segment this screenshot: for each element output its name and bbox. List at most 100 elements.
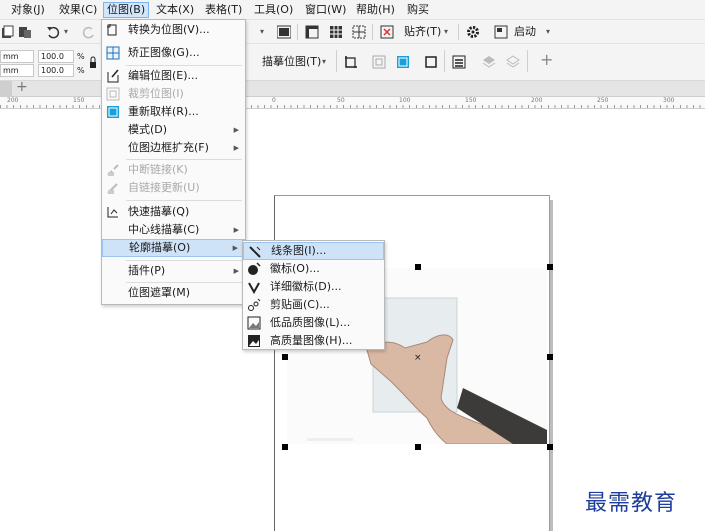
document-tab[interactable] [0, 81, 12, 96]
menu-item-convert-to-bitmap[interactable]: 转换为位图(V)... [102, 21, 245, 39]
menu-item-plugins[interactable]: 插件(P) ▶ [102, 262, 245, 280]
selection-handle[interactable] [282, 354, 288, 360]
menu-item-edit-bitmap[interactable]: 编辑位图(E)... [102, 67, 245, 85]
launch-dropdown-icon[interactable]: ▾ [546, 25, 550, 39]
snap-icon[interactable] [380, 25, 394, 39]
menu-item-label: 插件(P) [128, 264, 166, 277]
menu-item-update-from-link[interactable]: 自链接更新(U) [102, 179, 245, 197]
menu-effects[interactable]: 效果(C) [56, 2, 100, 18]
launch-label[interactable]: 启动 [514, 25, 536, 39]
submenu-item-detailed-logo[interactable]: 详细徽标(D)... [243, 278, 384, 296]
trace-dropdown-icon[interactable]: ▾ [322, 55, 326, 69]
resample-icon[interactable] [396, 55, 410, 69]
convert-bitmap-icon [107, 24, 117, 36]
layers-icon[interactable] [482, 55, 496, 69]
fullscreen-icon[interactable] [277, 25, 291, 39]
submenu-item-line-art[interactable]: 线条图(I)... [243, 242, 384, 260]
watermark-text: 最需教育 [585, 491, 678, 516]
rulers-icon[interactable] [305, 25, 319, 39]
menu-help[interactable]: 帮助(H) [353, 2, 398, 18]
center-mark-icon: × [414, 353, 422, 363]
scale-y-field[interactable]: 100.0 [38, 64, 74, 77]
undo-icon[interactable] [46, 25, 60, 39]
width-field[interactable]: mm [0, 50, 34, 63]
menu-item-bitmap-mask[interactable]: 位图遮罩(M) [102, 284, 245, 302]
submenu-item-label: 高质量图像(H)... [270, 334, 353, 347]
crop-bitmap-icon[interactable] [344, 55, 358, 69]
submenu-item-low-quality-image[interactable]: 低品质图像(L)... [243, 314, 384, 332]
submenu-item-label: 剪贴画(C)... [270, 298, 330, 311]
import-icon[interactable] [1, 25, 15, 39]
redo-icon[interactable] [82, 25, 96, 39]
menu-item-label: 快速描摹(Q) [128, 205, 190, 218]
ruler-tick-label: 200 [531, 97, 543, 104]
percent-label: % [77, 52, 85, 61]
zoom-dropdown-icon[interactable]: ▾ [260, 25, 264, 39]
menu-bitmaps[interactable]: 位图(B) [103, 2, 150, 18]
menu-item-break-link[interactable]: 中断链接(K) [102, 161, 245, 179]
scale-x-field[interactable]: 100.0 [38, 50, 74, 63]
menu-item-label: 位图边框扩充(F) [128, 141, 209, 154]
submenu-item-logo[interactable]: 徽标(O)... [243, 260, 384, 278]
menu-tools[interactable]: 工具(O) [251, 2, 296, 18]
selection-handle[interactable] [415, 444, 421, 450]
break-link-icon [107, 164, 119, 176]
menu-table[interactable]: 表格(T) [202, 2, 245, 18]
submenu-item-high-quality-image[interactable]: 高质量图像(H)... [243, 332, 384, 350]
menu-separator [126, 65, 242, 66]
menu-item-label: 中心线描摹(C) [128, 223, 200, 236]
height-field[interactable]: mm [0, 64, 34, 77]
gear-icon[interactable] [466, 25, 480, 39]
menu-separator [126, 159, 242, 160]
selection-handle[interactable] [547, 264, 553, 270]
submenu-item-label: 低品质图像(L)... [270, 316, 351, 329]
snap-dropdown-icon[interactable]: ▾ [444, 25, 448, 39]
submenu-item-label: 线条图(I)... [271, 244, 327, 257]
snap-to-label[interactable]: 贴齐(T) [404, 25, 441, 39]
selection-handle[interactable] [547, 444, 553, 450]
menu-text[interactable]: 文本(X) [153, 2, 197, 18]
submenu-item-clipart[interactable]: 剪贴画(C)... [243, 296, 384, 314]
trace-bitmap-button[interactable]: 描摹位图(T) [262, 55, 321, 69]
undo-dropdown-icon[interactable]: ▾ [64, 25, 68, 39]
layers-alt-icon[interactable] [506, 55, 520, 69]
ruler-tick-label: 50 [337, 97, 345, 104]
ruler-tick-label: 150 [465, 97, 477, 104]
menu-item-label: 重新取样(R)... [128, 105, 199, 118]
add-icon[interactable]: + [540, 52, 553, 68]
menu-item-inflate-bitmap[interactable]: 位图边框扩充(F) ▶ [102, 139, 245, 157]
bitmaps-menu: 转换为位图(V)... 矫正图像(G)... 编辑位图(E)... 裁剪位图(I… [101, 19, 246, 305]
selection-handle[interactable] [547, 354, 553, 360]
percent-label: % [77, 66, 85, 75]
launch-icon[interactable] [494, 25, 508, 39]
toolbar-separator [527, 50, 528, 72]
menu-item-resample[interactable]: 重新取样(R)... [102, 103, 245, 121]
edit-bitmap-icon[interactable] [372, 55, 386, 69]
new-document-tab-icon[interactable]: + [16, 80, 28, 94]
export-icon[interactable] [18, 25, 32, 39]
menu-item-quick-trace[interactable]: 快速描摹(Q) [102, 203, 245, 221]
menu-item-outline-trace[interactable]: 轮廓描摹(O) ▶ [102, 239, 245, 257]
menu-item-label: 自链接更新(U) [128, 181, 200, 194]
guidelines-icon[interactable] [352, 25, 366, 39]
submenu-arrow-icon: ▶ [233, 226, 239, 234]
selection-handle[interactable] [415, 264, 421, 270]
bitmap-border-icon[interactable] [424, 55, 438, 69]
menu-item-centerline-trace[interactable]: 中心线描摹(C) ▶ [102, 221, 245, 239]
submenu-arrow-icon: ▶ [233, 126, 239, 134]
menu-item-crop-bitmap[interactable]: 裁剪位图(I) [102, 85, 245, 103]
high-quality-image-icon [248, 335, 260, 347]
menu-buy[interactable]: 购买 [404, 2, 432, 18]
mask-icon[interactable] [452, 55, 466, 69]
grid-icon[interactable] [329, 25, 343, 39]
selection-handle[interactable] [282, 444, 288, 450]
clipart-icon [248, 298, 261, 311]
toolbar-separator [336, 50, 337, 72]
menu-item-label: 轮廓描摹(O) [129, 241, 191, 254]
lock-ratio-icon[interactable] [89, 56, 97, 70]
menu-object[interactable]: 对象(J) [8, 2, 48, 18]
menu-window[interactable]: 窗口(W) [302, 2, 349, 18]
menu-item-straighten-image[interactable]: 矫正图像(G)... [102, 44, 245, 62]
line-art-icon [249, 246, 261, 258]
menu-item-mode[interactable]: 模式(D) ▶ [102, 121, 245, 139]
